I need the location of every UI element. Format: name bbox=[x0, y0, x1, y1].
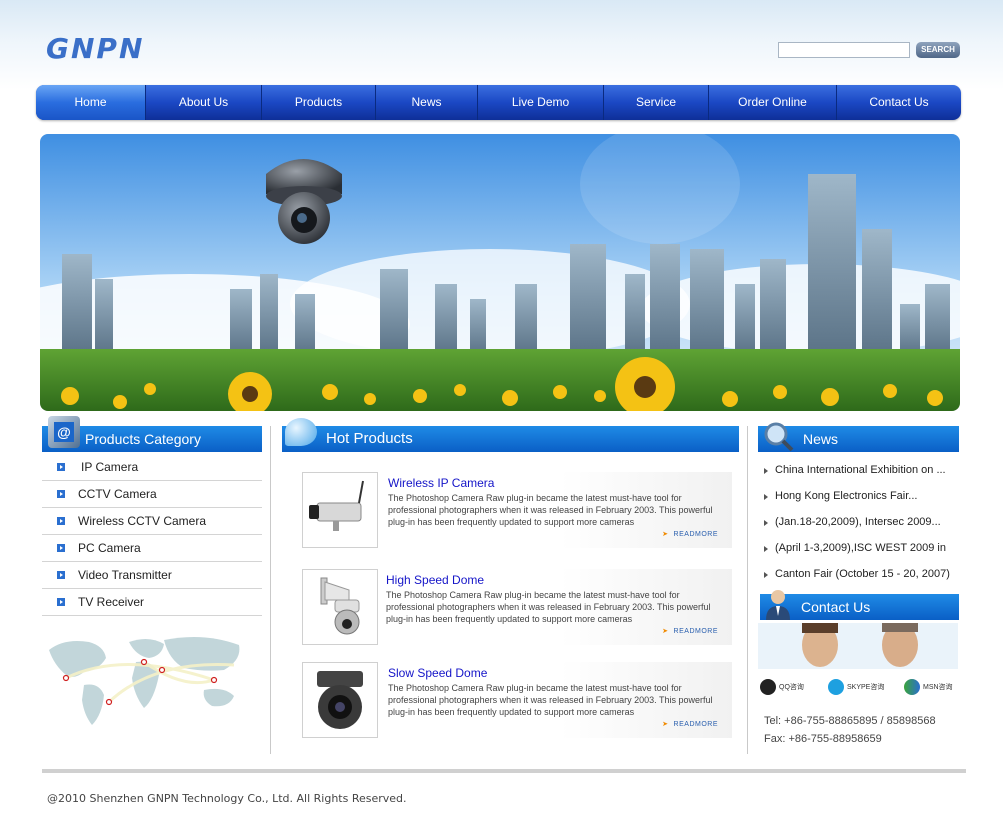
wireless-ip-camera-image[interactable] bbox=[302, 472, 378, 548]
slow-speed-dome-image[interactable] bbox=[302, 662, 378, 738]
news-title: News bbox=[803, 431, 839, 447]
arrow-bullet-icon bbox=[57, 517, 65, 525]
news-item[interactable]: Canton Fair (October 15 - 20, 2007) bbox=[760, 562, 960, 588]
products-category-title: Products Category bbox=[85, 431, 201, 447]
world-map-image bbox=[49, 636, 240, 725]
qq-penguin-icon bbox=[760, 679, 776, 695]
product-title[interactable]: High Speed Dome bbox=[386, 573, 484, 587]
product-card: Wireless IP Camera The Photoshop Camera … bbox=[302, 472, 732, 548]
news-item[interactable]: (Jan.18-20,2009), Intersec 2009... bbox=[760, 510, 960, 536]
fax-number: Fax: +86-755-88958659 bbox=[764, 733, 882, 745]
category-label[interactable]: IP Camera bbox=[81, 460, 138, 474]
nav-news[interactable]: News bbox=[376, 85, 478, 120]
nav-live-demo[interactable]: Live Demo bbox=[478, 85, 604, 120]
news-item[interactable]: (April 1-3,2009),ISC WEST 2009 in bbox=[760, 536, 960, 562]
category-item[interactable]: IP Camera bbox=[42, 454, 262, 481]
news-list: China International Exhibition on ... Ho… bbox=[760, 458, 960, 588]
support-person-icon bbox=[764, 588, 792, 620]
product-description: The Photoshop Camera Raw plug-in became … bbox=[386, 590, 711, 624]
nav-about-us[interactable]: About Us bbox=[146, 85, 262, 120]
product-card: Slow Speed Dome The Photoshop Camera Raw… bbox=[302, 662, 732, 738]
qq-chat-button[interactable]: QQ咨询 bbox=[760, 676, 804, 698]
magnifier-icon bbox=[762, 420, 794, 452]
column-divider bbox=[747, 426, 748, 754]
arrow-right-icon: ➤ bbox=[662, 531, 669, 538]
msn-icon bbox=[904, 679, 920, 695]
arrow-bullet-icon bbox=[57, 463, 65, 471]
main-nav: Home About Us Products News Live Demo Se… bbox=[36, 85, 961, 120]
nav-service[interactable]: Service bbox=[604, 85, 709, 120]
nav-home[interactable]: Home bbox=[36, 85, 146, 120]
search-button[interactable]: SEARCH bbox=[916, 42, 960, 58]
product-card: High Speed Dome The Photoshop Camera Raw… bbox=[302, 569, 732, 645]
product-description: The Photoshop Camera Raw plug-in became … bbox=[388, 683, 713, 717]
arrow-bullet-icon bbox=[57, 598, 65, 606]
copyright-text: @2010 Shenzhen GNPN Technology Co., Ltd.… bbox=[47, 792, 407, 805]
product-description: The Photoshop Camera Raw plug-in became … bbox=[388, 493, 713, 527]
arrow-bullet-icon bbox=[57, 490, 65, 498]
category-label[interactable]: Video Transmitter bbox=[78, 568, 172, 582]
msn-chat-button[interactable]: MSN咨询 bbox=[904, 676, 953, 698]
column-divider bbox=[270, 426, 271, 754]
support-staff-image bbox=[758, 623, 958, 669]
read-more-link[interactable]: ➤ READMORE bbox=[662, 627, 718, 635]
arrow-right-icon: ➤ bbox=[662, 628, 669, 635]
arrow-right-icon: ➤ bbox=[662, 721, 669, 728]
category-item[interactable]: TV Receiver bbox=[42, 589, 262, 616]
site-logo[interactable]: GNPN bbox=[46, 32, 144, 65]
category-label[interactable]: Wireless CCTV Camera bbox=[78, 514, 206, 528]
product-title[interactable]: Slow Speed Dome bbox=[388, 666, 487, 680]
category-item[interactable]: CCTV Camera bbox=[42, 481, 262, 508]
nav-contact-us[interactable]: Contact Us bbox=[837, 85, 961, 120]
phone-number: Tel: +86-755-88865895 / 85898568 bbox=[764, 715, 936, 727]
arrow-bullet-icon bbox=[57, 571, 65, 579]
skype-chat-button[interactable]: SKYPE咨询 bbox=[828, 676, 884, 698]
category-label[interactable]: CCTV Camera bbox=[78, 487, 157, 501]
footer-divider bbox=[42, 769, 966, 773]
news-item[interactable]: Hong Kong Electronics Fair... bbox=[760, 484, 960, 510]
category-item[interactable]: Wireless CCTV Camera bbox=[42, 508, 262, 535]
read-more-link[interactable]: ➤ READMORE bbox=[662, 530, 718, 538]
news-item[interactable]: China International Exhibition on ... bbox=[760, 458, 960, 484]
read-more-link[interactable]: ➤ READMORE bbox=[662, 720, 718, 728]
category-label[interactable]: TV Receiver bbox=[78, 595, 144, 609]
skype-icon bbox=[828, 679, 844, 695]
hot-products-header: Hot Products bbox=[282, 426, 739, 452]
hot-products-title: Hot Products bbox=[326, 430, 413, 447]
category-item[interactable]: Video Transmitter bbox=[42, 562, 262, 589]
contact-us-title: Contact Us bbox=[801, 599, 871, 615]
category-list: IP Camera CCTV Camera Wireless CCTV Came… bbox=[42, 454, 262, 616]
nav-order-online[interactable]: Order Online bbox=[709, 85, 837, 120]
category-item[interactable]: PC Camera bbox=[42, 535, 262, 562]
high-speed-dome-image[interactable] bbox=[302, 569, 378, 645]
arrow-bullet-icon bbox=[57, 544, 65, 552]
category-label[interactable]: PC Camera bbox=[78, 541, 141, 555]
hero-banner bbox=[40, 134, 960, 411]
search-input[interactable] bbox=[778, 42, 910, 58]
product-title[interactable]: Wireless IP Camera bbox=[388, 476, 494, 490]
at-sign-icon: @ bbox=[48, 416, 80, 448]
nav-products[interactable]: Products bbox=[262, 85, 376, 120]
speech-bubble-icon bbox=[285, 418, 317, 446]
